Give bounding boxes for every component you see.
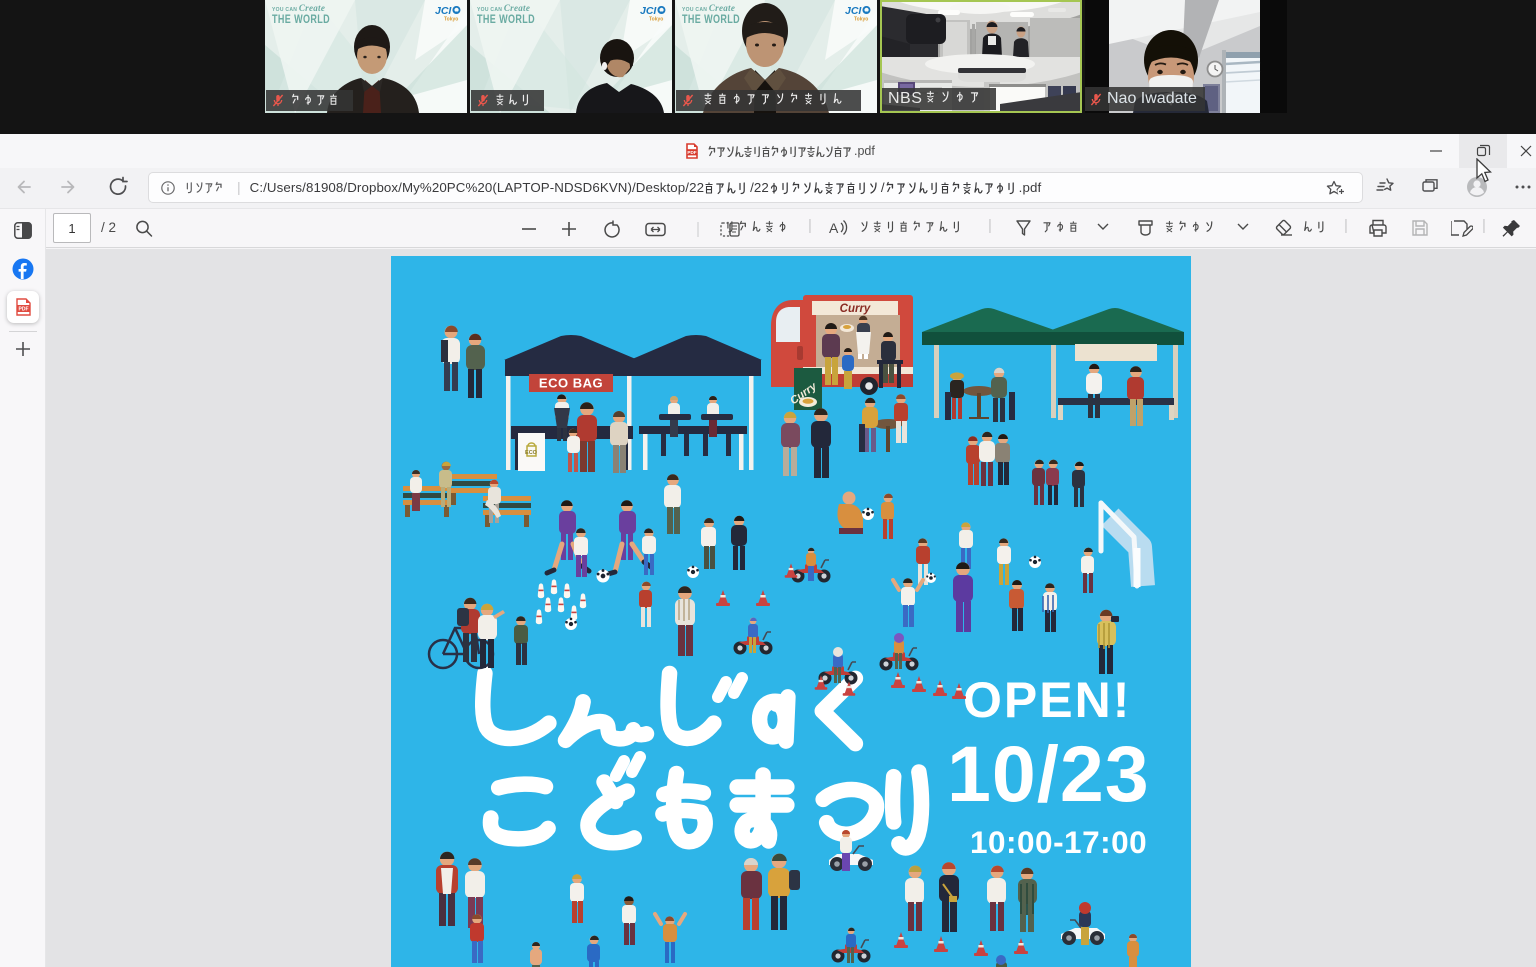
svg-text:ECO: ECO — [525, 450, 538, 456]
svg-text:ECO BAG: ECO BAG — [539, 376, 603, 391]
svg-text:OPEN!: OPEN! — [963, 672, 1131, 728]
svg-text:Curry: Curry — [840, 303, 871, 315]
svg-text:10:00-17:00: 10:00-17:00 — [970, 824, 1147, 860]
svg-text:PDF: PDF — [687, 150, 696, 155]
svg-text:A: A — [829, 220, 839, 236]
svg-text:PDF: PDF — [19, 307, 29, 313]
svg-text:10/23: 10/23 — [947, 729, 1150, 818]
